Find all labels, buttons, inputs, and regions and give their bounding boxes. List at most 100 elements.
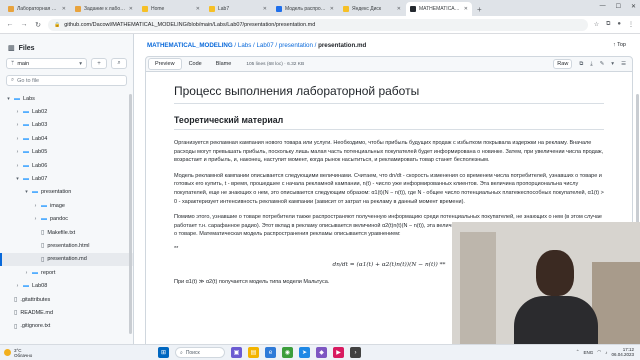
edit-icon[interactable]: ✎	[600, 61, 605, 67]
file-icon: ▯	[14, 310, 18, 317]
chevron-right-icon: ›	[34, 216, 37, 223]
tree-folder-item[interactable]: › ▬ Lab05	[0, 146, 133, 159]
browser-tab[interactable]: Яндекс Диск ✕	[339, 2, 405, 16]
tree-folder-item[interactable]: › ▬ Lab04	[0, 132, 133, 145]
new-tab-button[interactable]: +	[477, 5, 482, 14]
tree-folder-item[interactable]: › ▬ Lab03	[0, 119, 133, 132]
tree-folder-item[interactable]: › ▬ Lab02	[0, 105, 133, 118]
tab-close-icon[interactable]: ✕	[129, 6, 133, 12]
tree-folder-item[interactable]: › ▬ Lab06	[0, 159, 133, 172]
tree-file-item[interactable]: ▯ presentation.md	[0, 252, 133, 267]
system-tray: ⌃ ENG ◠ ♪ 17:12 06.04.2023	[576, 347, 634, 357]
tab-close-icon[interactable]: ✕	[62, 6, 66, 12]
maximize-icon[interactable]: ☐	[616, 3, 621, 10]
search-icon: ⌕	[11, 77, 15, 83]
tree-folder-item[interactable]: › ▬ Lab08	[0, 279, 133, 292]
tree-item-label: report	[41, 269, 56, 276]
close-window-icon[interactable]: ✕	[631, 3, 636, 10]
file-tree: ▾ ▬ Labs › ▬ Lab02 › ▬ Lab03 › ▬ Lab04 › ▬ Lab05 › ▬ Lab0…	[0, 92, 133, 333]
search-icon: ⌕	[180, 349, 183, 356]
add-file-button[interactable]: +	[91, 58, 107, 69]
lock-icon: 🔒	[54, 21, 61, 28]
list-icon[interactable]: ☰	[621, 61, 626, 67]
folder-icon: ▬	[14, 95, 20, 102]
search-button[interactable]: ⌕	[111, 58, 127, 69]
minimize-icon[interactable]: —	[600, 3, 606, 10]
browser-tab[interactable]: Модель распростр ✕	[272, 2, 338, 16]
chevron-down-icon[interactable]: ▾	[611, 61, 614, 67]
tree-file-item[interactable]: ▯ Makefile.txt	[0, 226, 133, 239]
tree-folder-item[interactable]: ▾ ▬ Lab07	[0, 172, 133, 185]
tree-folder-item[interactable]: ▾ ▬ presentation	[0, 186, 133, 199]
url-field[interactable]: 🔒 github.com/Dacowl/MATHEMATICAL_MODELIN…	[48, 18, 588, 31]
tab-blame[interactable]: Blame	[209, 58, 239, 70]
go-to-file-input[interactable]: ⌕ Go to file	[6, 75, 127, 86]
tree-file-item[interactable]: ▯ .gitignore.txt	[0, 320, 133, 333]
tree-folder-item[interactable]: › ▬ report	[0, 266, 133, 279]
browser-tab[interactable]: Лабораторная рабо ✕	[4, 2, 70, 16]
wifi-icon[interactable]: ◠	[597, 349, 601, 355]
webcam-person-head	[536, 250, 574, 296]
chevron-right-icon: ›	[16, 109, 19, 116]
top-link[interactable]: ↑ Top	[613, 42, 626, 48]
app-icon[interactable]: ◆	[316, 347, 327, 358]
volume-icon[interactable]: ♪	[605, 350, 607, 355]
taskbar-search[interactable]: ⌕ Поиск	[175, 347, 225, 358]
media-icon[interactable]: ▶	[333, 347, 344, 358]
browser-tab[interactable]: Lab7 ✕	[205, 2, 271, 16]
tree-item-label: pandoc	[50, 216, 69, 223]
start-icon[interactable]: ⊞	[158, 347, 169, 358]
tab-favicon-icon	[75, 6, 81, 12]
tab-close-icon[interactable]: ✕	[330, 6, 334, 12]
tree-file-item[interactable]: ▯ README.md	[0, 306, 133, 319]
lang-indicator[interactable]: ENG	[584, 350, 594, 355]
tree-folder-item[interactable]: › ▬ image	[0, 199, 133, 212]
browser-tab[interactable]: MATHEMATICAL_MO✕	[406, 2, 472, 16]
edge-icon[interactable]: e	[265, 347, 276, 358]
download-icon[interactable]: ⤓	[590, 61, 592, 68]
menu-icon[interactable]: ⋮	[628, 21, 634, 28]
breadcrumb-lab07[interactable]: Lab07	[256, 42, 273, 49]
browser-tab[interactable]: Задание к лаборато✕	[71, 2, 137, 16]
forward-icon[interactable]: →	[20, 21, 28, 28]
tab-close-icon[interactable]: ✕	[263, 6, 267, 12]
chrome-icon[interactable]: ◉	[282, 347, 293, 358]
branch-selector[interactable]: ᛘ main ▾	[6, 58, 87, 69]
weather-widget[interactable]: 3°C Облачно	[0, 348, 32, 358]
tree-folder-item[interactable]: ▾ ▬ Labs	[0, 92, 133, 105]
task-view-icon[interactable]: ▣	[231, 347, 242, 358]
tab-preview[interactable]: Preview	[148, 58, 182, 70]
breadcrumb-presentation[interactable]: presentation	[279, 42, 313, 49]
reload-icon[interactable]: ↻	[34, 21, 42, 29]
tree-file-item[interactable]: ▯ .gitattributes	[0, 293, 133, 306]
file-icon: ▯	[41, 230, 45, 237]
sidebar-scrollbar[interactable]	[129, 94, 132, 334]
taskbar-search-label: Поиск	[185, 349, 200, 356]
tab-favicon-icon	[142, 6, 148, 12]
tree-item-label: .gitignore.txt	[20, 323, 51, 330]
terminal-icon[interactable]: ›	[350, 347, 361, 358]
breadcrumb-labs[interactable]: Labs	[238, 42, 251, 49]
tree-folder-item[interactable]: › ▬ pandoc	[0, 213, 133, 226]
tab-title: Лабораторная рабо	[17, 6, 59, 12]
tab-close-icon[interactable]: ✕	[464, 6, 468, 12]
telegram-icon[interactable]: ➤	[299, 347, 310, 358]
browser-tab[interactable]: Home ✕	[138, 2, 204, 16]
breadcrumb-repo[interactable]: MATHEMATICAL_MODELING	[147, 42, 233, 49]
file-explorer-icon[interactable]: ▤	[248, 347, 259, 358]
raw-button[interactable]: Raw	[553, 59, 573, 69]
tab-code[interactable]: Code	[182, 58, 209, 70]
clock[interactable]: 17:12 06.04.2023	[611, 347, 634, 357]
copy-icon[interactable]: ⧉	[579, 61, 583, 68]
extensions-icon[interactable]: ⧉	[606, 21, 610, 28]
tab-title: Home	[151, 6, 165, 12]
folder-icon: ▬	[23, 162, 29, 169]
chevron-up-icon[interactable]: ⌃	[576, 349, 580, 355]
sidebar-toggle-icon[interactable]: ▥	[8, 44, 15, 52]
profile-icon[interactable]: ●	[617, 21, 621, 28]
bookmark-star-icon[interactable]: ☆	[594, 21, 599, 28]
back-icon[interactable]: ←	[6, 21, 14, 28]
tree-file-item[interactable]: ▯ presentation.html	[0, 239, 133, 252]
tab-close-icon[interactable]: ✕	[196, 6, 200, 12]
tab-close-icon[interactable]: ✕	[397, 6, 401, 12]
